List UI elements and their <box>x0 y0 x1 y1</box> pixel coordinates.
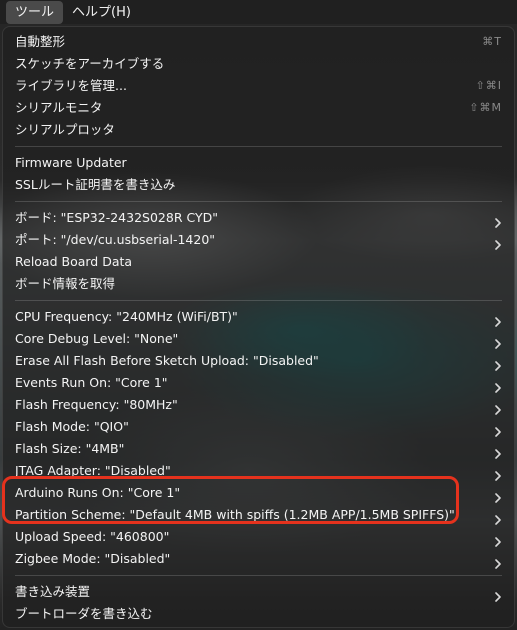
menu-item[interactable]: Erase All Flash Before Sketch Upload: "D… <box>3 350 514 372</box>
menu-item[interactable]: 自動整形 ⌘T <box>3 31 514 53</box>
menu-item-label: Flash Size: "4MB" <box>15 441 125 456</box>
chevron-right-icon <box>494 400 502 415</box>
menu-item[interactable]: ブートローダを書き込む <box>3 603 514 625</box>
menu-item-label: JTAG Adapter: "Disabled" <box>15 463 171 478</box>
menubar-tools[interactable]: ツール <box>6 0 64 24</box>
menu-item-label: Zigbee Mode: "Disabled" <box>15 551 171 566</box>
menu-item[interactable]: SSLルート証明書を書き込み <box>3 174 514 196</box>
menu-item[interactable]: Events Run On: "Core 1" <box>3 372 514 394</box>
menu-item[interactable]: シリアルモニタ ⇧⌘M <box>3 97 514 119</box>
menu-item[interactable]: Upload Speed: "460800" <box>3 526 514 548</box>
menu-item-shortcut: ⇧⌘I <box>475 79 502 92</box>
menu-item-label: Firmware Updater <box>15 155 127 170</box>
menu-item-label: ブートローダを書き込む <box>15 606 153 621</box>
menu-item-label: Core Debug Level: "None" <box>15 331 179 346</box>
chevron-right-icon <box>494 422 502 437</box>
menu-item-label: SSLルート証明書を書き込み <box>15 177 176 192</box>
menu-item[interactable]: Zigbee Mode: "Disabled" <box>3 548 514 570</box>
menu-item-label: Flash Frequency: "80MHz" <box>15 397 178 412</box>
menu-item-label: Reload Board Data <box>15 254 133 269</box>
menu-item-label: シリアルプロッタ <box>15 122 115 137</box>
menu-item[interactable]: 書き込み装置 <box>3 581 514 603</box>
chevron-right-icon <box>494 235 502 250</box>
menu-item-shortcut: ⇧⌘M <box>469 101 502 114</box>
menu-item-shortcut: ⌘T <box>482 35 502 48</box>
chevron-right-icon <box>494 312 502 327</box>
chevron-right-icon <box>494 510 502 525</box>
menu-item-label: スケッチをアーカイブする <box>15 56 165 71</box>
menu-separator <box>3 141 514 152</box>
menu-item-label: Flash Mode: "QIO" <box>15 419 129 434</box>
menu-item-label: ボード: "ESP32-2432S028R CYD" <box>15 210 219 225</box>
menu-item[interactable]: ライブラリを管理... ⇧⌘I <box>3 75 514 97</box>
menu-item[interactable]: Arduino Runs On: "Core 1" <box>3 482 514 504</box>
menu-item-label: ポート: "/dev/cu.usbserial-1420" <box>15 232 216 247</box>
chevron-right-icon <box>494 334 502 349</box>
menu-item-label: 書き込み装置 <box>15 584 91 599</box>
menu-item[interactable]: Partition Scheme: "Default 4MB with spif… <box>3 504 514 526</box>
menu-item[interactable]: Core Debug Level: "None" <box>3 328 514 350</box>
menu-item[interactable]: Flash Size: "4MB" <box>3 438 514 460</box>
menu-item-label: Erase All Flash Before Sketch Upload: "D… <box>15 353 319 368</box>
menubar-help[interactable]: ヘルプ(H) <box>63 1 140 24</box>
menu-item-label: Events Run On: "Core 1" <box>15 375 168 390</box>
tools-dropdown-menu: 自動整形 ⌘T スケッチをアーカイブする ライブラリを管理... ⇧⌘I シリアルモニタ ⇧… <box>2 26 515 628</box>
menu-separator <box>3 196 514 207</box>
chevron-right-icon <box>494 466 502 481</box>
menu-item-label: Arduino Runs On: "Core 1" <box>15 485 181 500</box>
menu-item[interactable]: Reload Board Data <box>3 251 514 273</box>
chevron-right-icon <box>494 213 502 228</box>
chevron-right-icon <box>494 488 502 503</box>
menu-separator <box>3 295 514 306</box>
chevron-right-icon <box>494 356 502 371</box>
menu-item[interactable]: スケッチをアーカイブする <box>3 53 514 75</box>
menu-item-label: CPU Frequency: "240MHz (WiFi/BT)" <box>15 309 238 324</box>
menu-item-label: Upload Speed: "460800" <box>15 529 170 544</box>
menu-item[interactable]: CPU Frequency: "240MHz (WiFi/BT)" <box>3 306 514 328</box>
menu-item[interactable]: ボード情報を取得 <box>3 273 514 295</box>
menu-item-label: ボード情報を取得 <box>15 276 116 291</box>
menu-item[interactable]: JTAG Adapter: "Disabled" <box>3 460 514 482</box>
menu-item-label: シリアルモニタ <box>15 100 103 115</box>
menu-item[interactable]: ポート: "/dev/cu.usbserial-1420" <box>3 229 514 251</box>
menu-item-label: ライブラリを管理... <box>15 78 127 93</box>
menu-item[interactable]: ボード: "ESP32-2432S028R CYD" <box>3 207 514 229</box>
menu-item[interactable]: Flash Frequency: "80MHz" <box>3 394 514 416</box>
menu-item-label: 自動整形 <box>15 34 66 49</box>
chevron-right-icon <box>494 378 502 393</box>
chevron-right-icon <box>494 587 502 602</box>
menu-item-label: Partition Scheme: "Default 4MB with spif… <box>15 507 455 522</box>
menu-bar: ツール ヘルプ(H) <box>0 0 517 24</box>
chevron-right-icon <box>494 532 502 547</box>
menu-item[interactable]: シリアルプロッタ <box>3 119 514 141</box>
menu-item[interactable]: Firmware Updater <box>3 152 514 174</box>
menu-separator <box>3 570 514 581</box>
menu-item[interactable]: Flash Mode: "QIO" <box>3 416 514 438</box>
chevron-right-icon <box>494 444 502 459</box>
chevron-right-icon <box>494 554 502 569</box>
